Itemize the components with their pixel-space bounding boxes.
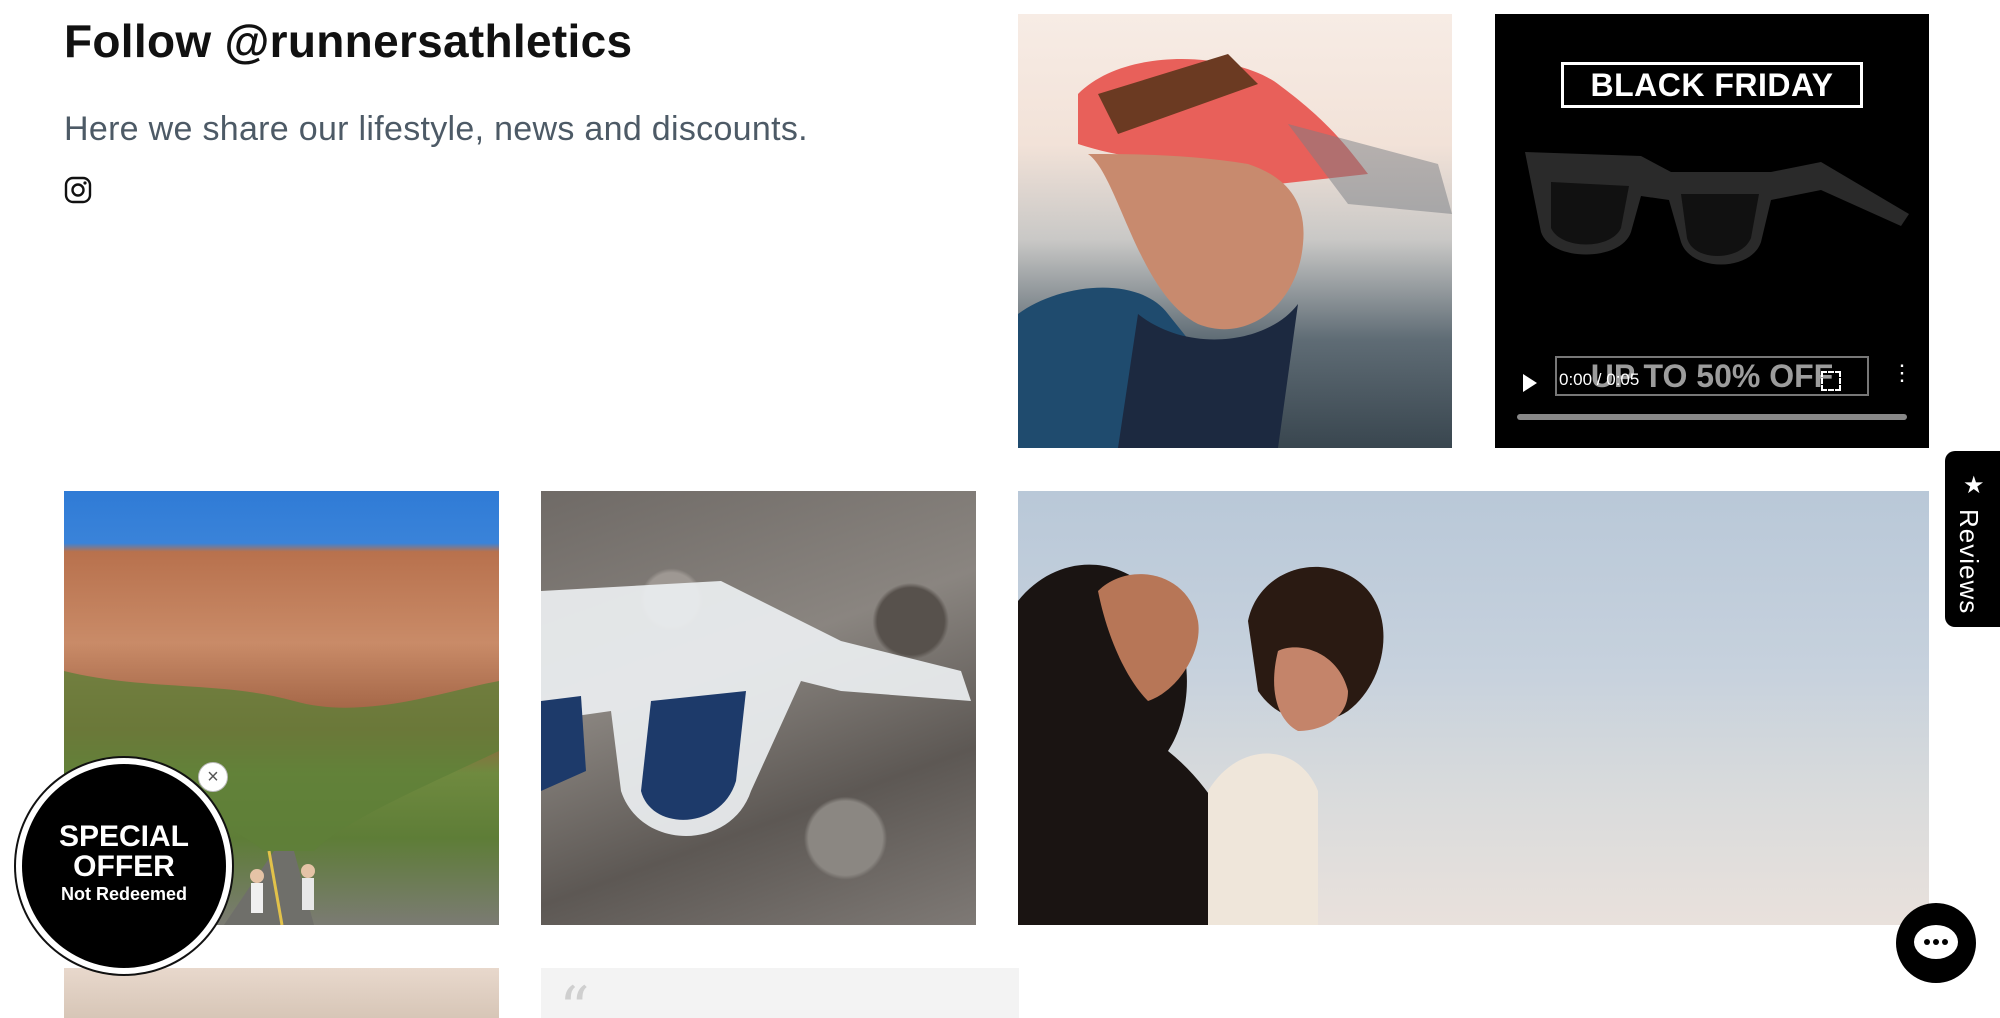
reviews-tab[interactable]: ★ Reviews bbox=[1945, 451, 2000, 627]
quote-mark: “ bbox=[559, 974, 590, 1018]
video-time: 0:00 / 0:05 bbox=[1559, 370, 1640, 389]
offer-line-2: OFFER bbox=[73, 850, 175, 883]
fullscreen-icon[interactable] bbox=[1821, 371, 1841, 391]
page-subtitle: Here we share our lifestyle, news and di… bbox=[64, 110, 808, 148]
offer-line-1: SPECIAL bbox=[58, 820, 190, 853]
chat-icon bbox=[1914, 925, 1958, 959]
gallery-video-black-friday[interactable]: BLACK FRIDAY UP TO 50% OFF 0:00 / 0:05 ⋮ bbox=[1495, 14, 1929, 448]
gallery-photo-sunglasses-rocks[interactable] bbox=[541, 491, 976, 925]
sunglasses-image bbox=[1525, 152, 1909, 265]
instagram-icon[interactable] bbox=[64, 176, 92, 204]
offer-status: Not Redeemed bbox=[60, 884, 188, 904]
gallery-quote-card[interactable]: “ bbox=[541, 968, 1019, 1018]
star-icon: ★ bbox=[1963, 472, 1985, 499]
special-offer-badge[interactable]: SPECIAL OFFER Not Redeemed bbox=[22, 764, 226, 968]
gallery-photo-couple[interactable] bbox=[1018, 491, 1929, 925]
page-title: Follow @runnersathletics bbox=[64, 15, 633, 67]
close-icon[interactable]: × bbox=[198, 762, 228, 792]
black-friday-headline: BLACK FRIDAY bbox=[1561, 62, 1863, 108]
more-options-icon[interactable]: ⋮ bbox=[1891, 362, 1913, 384]
video-progress-bar[interactable] bbox=[1517, 414, 1907, 420]
chat-button[interactable] bbox=[1896, 903, 1976, 983]
reviews-label: Reviews bbox=[1954, 509, 1984, 615]
play-icon[interactable] bbox=[1523, 374, 1537, 392]
gallery-photo-partial[interactable] bbox=[64, 968, 499, 1018]
gallery-photo-hiker[interactable] bbox=[1018, 14, 1452, 448]
